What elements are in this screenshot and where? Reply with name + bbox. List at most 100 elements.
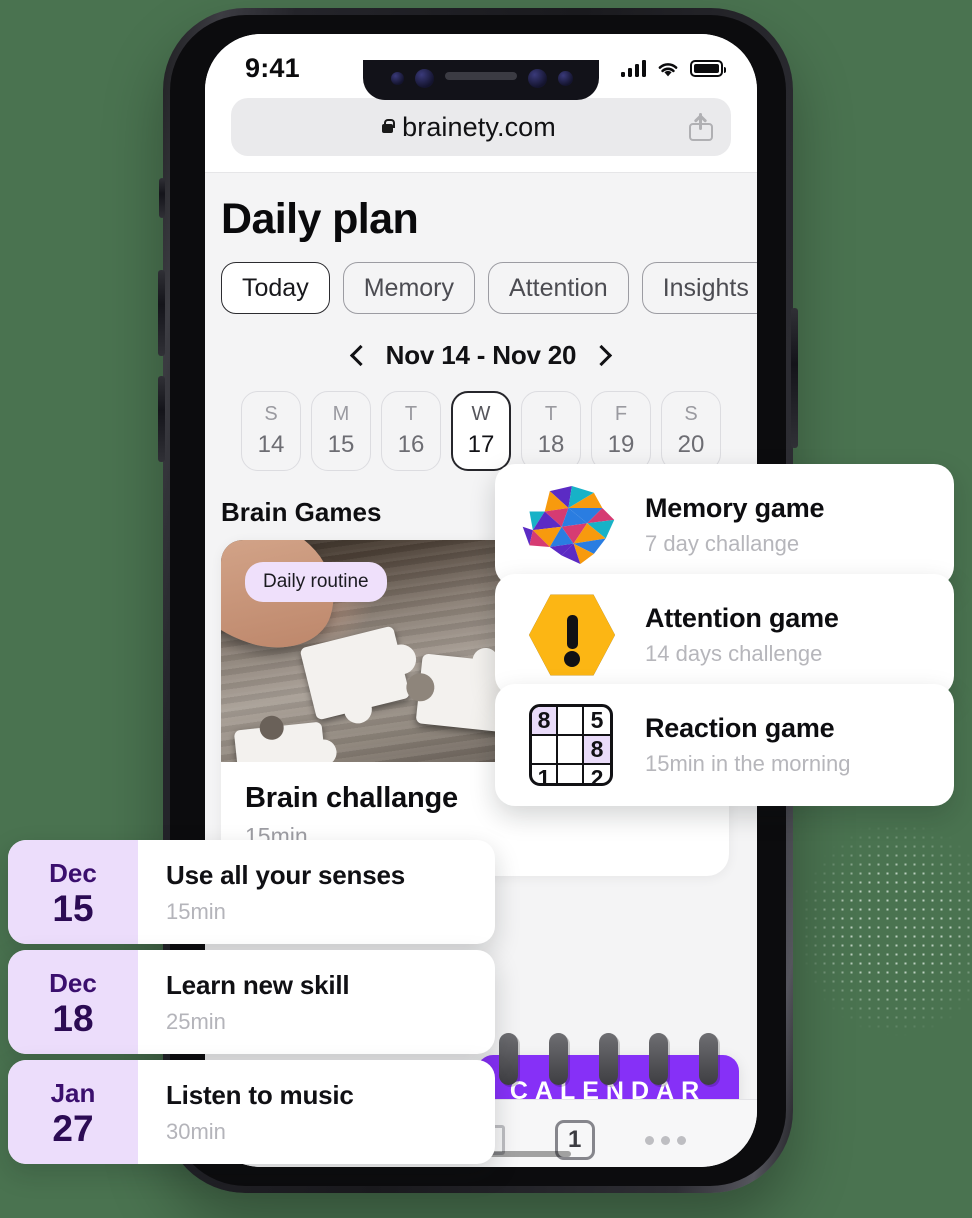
game-card-attention-text: Attention game 14 days challenge <box>645 603 839 667</box>
day-number-label: 17 <box>467 431 495 458</box>
sudoku-cell <box>558 707 584 736</box>
sudoku-cell: 5 <box>584 707 610 736</box>
day-number-label: 14 <box>257 431 285 458</box>
task-card-date-badge: Dec 15 <box>8 840 138 944</box>
task-card-duration: 30min <box>166 1118 226 1144</box>
page-title: Daily plan <box>221 195 419 243</box>
chevron-left-icon[interactable] <box>349 344 371 367</box>
ambient-sensor-icon <box>558 71 573 86</box>
day-of-week-label: T <box>544 403 558 425</box>
day-cell-14[interactable]: S 14 <box>241 391 301 471</box>
wifi-icon <box>658 62 678 76</box>
day-cell-17-selected[interactable]: W 17 <box>451 391 511 471</box>
chevron-right-icon[interactable] <box>591 344 613 367</box>
tab-insights[interactable]: Insights <box>641 262 757 314</box>
day-number-label: 19 <box>607 431 635 458</box>
sudoku-cell <box>558 736 584 765</box>
day-number-label: 15 <box>327 431 355 458</box>
day-cell-19[interactable]: F 19 <box>591 391 651 471</box>
task-card-title: Learn new skill <box>166 969 350 1000</box>
silent-switch-button[interactable] <box>159 178 165 218</box>
status-time: 9:41 <box>245 52 300 83</box>
day-selector: S 14 M 15 T 16 W 17 T 18 F 19 S 20 <box>205 391 757 471</box>
task-card-dec-18[interactable]: Dec 18 Learn new skill 25min <box>8 950 495 1054</box>
filter-tabs: Today Memory Attention Insights <box>205 244 757 314</box>
calendar-ring-icon <box>699 1033 718 1085</box>
sudoku-grid-icon: 8 5 8 1 2 <box>521 702 621 788</box>
task-card-duration: 25min <box>166 1008 226 1034</box>
task-card-title: Use all your senses <box>166 859 405 890</box>
calendar-ring-icon <box>549 1033 568 1085</box>
tab-attention[interactable]: Attention <box>488 262 629 314</box>
day-of-week-label: S <box>264 403 278 425</box>
game-card-subtitle: 14 days challenge <box>645 641 823 666</box>
sudoku-cell: 8 <box>584 736 610 765</box>
status-indicators <box>620 59 726 78</box>
task-card-dec-15[interactable]: Dec 15 Use all your senses 15min <box>8 840 495 944</box>
sensor-icon <box>391 72 404 85</box>
calendar-illustration[interactable]: CALENDAR <box>477 1033 757 1099</box>
day-number-label: 18 <box>537 431 565 458</box>
task-card-title: Listen to music <box>166 1079 354 1110</box>
task-card-jan-27[interactable]: Jan 27 Listen to music 30min <box>8 1060 495 1164</box>
browser-more-dots-icon[interactable] <box>644 1135 686 1145</box>
volume-down-button[interactable] <box>158 376 165 462</box>
day-cell-16[interactable]: T 16 <box>381 391 441 471</box>
sudoku-cell: 8 <box>532 707 558 736</box>
game-card-memory-text: Memory game 7 day challange <box>645 493 825 557</box>
phone-notch <box>363 60 599 100</box>
day-cell-15[interactable]: M 15 <box>311 391 371 471</box>
cellular-bars-icon <box>620 59 646 77</box>
share-icon[interactable] <box>689 113 713 141</box>
game-card-reaction[interactable]: 8 5 8 1 2 Reaction game 15min in the mor… <box>495 684 954 806</box>
day-of-week-label: M <box>332 403 350 425</box>
volume-up-button[interactable] <box>158 270 165 356</box>
sudoku-cell <box>532 736 558 765</box>
game-card-title: Memory game <box>645 493 825 523</box>
task-card-body: Learn new skill 25min <box>138 950 350 1054</box>
browser-url-bar-container: brainety.com <box>205 92 757 173</box>
calendar-ring-icon <box>599 1033 618 1085</box>
sudoku-cell: 2 <box>590 765 604 786</box>
warning-hexagon-icon <box>521 592 621 678</box>
sudoku-cell: 1 <box>532 765 558 783</box>
day-of-week-label: F <box>614 403 628 425</box>
address-bar-content: brainety.com <box>249 112 689 143</box>
day-cell-20[interactable]: S 20 <box>661 391 721 471</box>
low-poly-brain-icon <box>521 482 621 568</box>
sudoku-grid: 8 5 8 1 2 <box>529 704 613 786</box>
url-text: brainety.com <box>402 111 556 142</box>
tab-memory[interactable]: Memory <box>342 262 476 314</box>
address-bar[interactable]: brainety.com <box>231 98 731 156</box>
power-button[interactable] <box>791 308 798 448</box>
face-id-sensor-icon <box>528 69 547 88</box>
task-card-day: 18 <box>52 997 94 1039</box>
tab-today[interactable]: Today <box>221 262 330 314</box>
task-card-date-badge: Dec 18 <box>8 950 138 1054</box>
puzzle-piece <box>299 625 411 721</box>
task-card-month: Dec <box>49 857 97 888</box>
task-card-day: 15 <box>52 887 94 929</box>
day-of-week-label: T <box>404 403 418 425</box>
daily-routine-badge: Daily routine <box>245 562 387 602</box>
calendar-ring-icon <box>649 1033 668 1085</box>
game-card-title: Attention game <box>645 603 839 633</box>
calendar-ring-icon <box>499 1033 518 1085</box>
day-number-label: 16 <box>397 431 425 458</box>
task-card-date-badge: Jan 27 <box>8 1060 138 1164</box>
game-card-title: Reaction game <box>645 713 835 743</box>
game-card-reaction-text: Reaction game 15min in the morning <box>645 713 850 777</box>
task-card-day: 27 <box>52 1107 94 1149</box>
task-card-month: Jan <box>50 1077 96 1108</box>
task-card-duration: 15min <box>166 898 226 924</box>
battery-full-icon <box>690 59 726 77</box>
game-card-subtitle: 15min in the morning <box>645 751 851 776</box>
task-card-month: Dec <box>49 967 97 998</box>
day-cell-18[interactable]: T 18 <box>521 391 581 471</box>
task-card-body: Listen to music 30min <box>138 1060 354 1164</box>
game-card-memory[interactable]: Memory game 7 day challange <box>495 464 954 586</box>
game-card-attention[interactable]: Attention game 14 days challenge <box>495 574 954 696</box>
game-card-subtitle: 7 day challange <box>645 531 800 556</box>
week-range-label: Nov 14 - Nov 20 <box>385 340 577 370</box>
task-card-body: Use all your senses 15min <box>138 840 405 944</box>
